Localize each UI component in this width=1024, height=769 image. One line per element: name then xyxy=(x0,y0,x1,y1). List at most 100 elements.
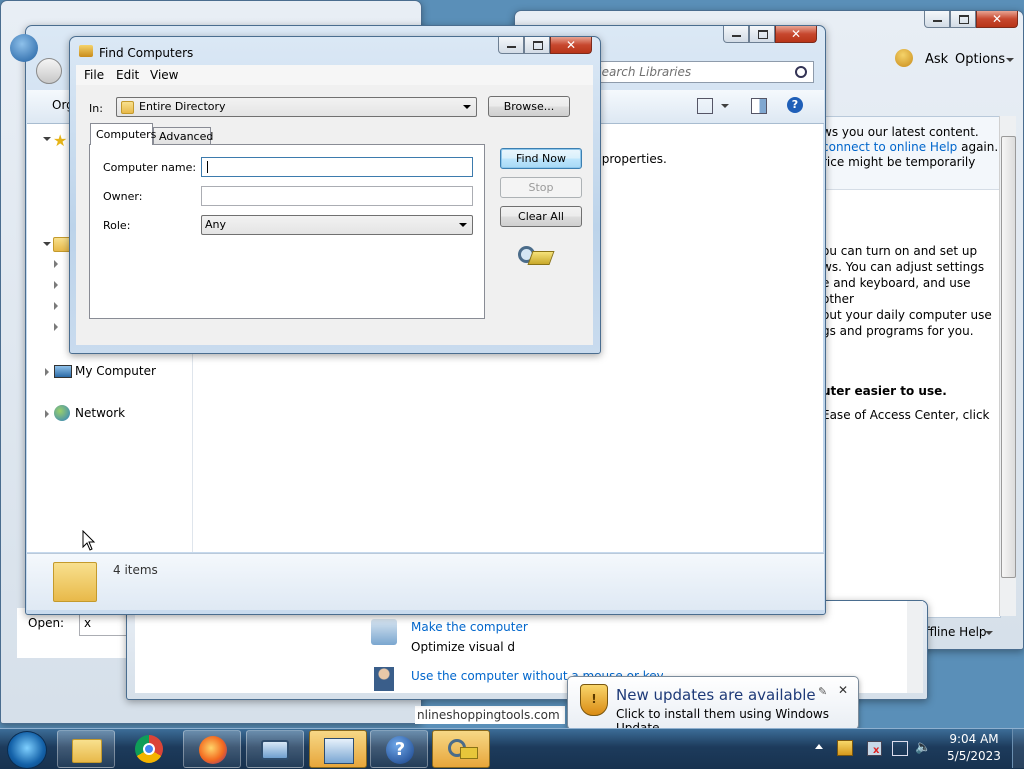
find-computers-dialog: Find Computers ✕ File Edit View In: Enti… xyxy=(69,36,601,354)
menu-view[interactable]: View xyxy=(150,68,178,82)
menu-file[interactable]: File xyxy=(84,68,104,82)
firefox-icon xyxy=(199,736,227,764)
help-icon[interactable]: ? xyxy=(787,97,803,113)
nav-item-network[interactable]: Network xyxy=(43,405,183,423)
find-now-button[interactable]: Find Now xyxy=(500,148,582,169)
options-chevron-down-icon xyxy=(1006,58,1014,62)
libraries-folder-icon xyxy=(53,562,97,602)
offline-chevron-down-icon xyxy=(985,631,993,635)
dialog-maximize-button[interactable] xyxy=(524,37,550,54)
dialog-body: In: Entire Directory Browse... Computers… xyxy=(76,85,593,345)
explorer-search-input[interactable]: Search Libraries xyxy=(591,61,814,83)
browse-button[interactable]: Browse... xyxy=(488,96,570,117)
user-icon xyxy=(374,667,394,691)
help-minimize-button[interactable] xyxy=(924,11,950,28)
text-caret xyxy=(207,161,208,173)
clock-time: 9:04 AM xyxy=(949,732,999,746)
taskbar-help-and-support[interactable]: ? xyxy=(370,730,428,768)
back-button[interactable] xyxy=(10,34,38,62)
tab-advanced[interactable]: Advanced xyxy=(153,127,213,145)
view-options-icon[interactable] xyxy=(697,98,713,114)
in-scope-chevron-down-icon xyxy=(463,105,471,109)
shield-icon: ! xyxy=(580,684,608,716)
run-open-value: x xyxy=(84,616,92,630)
nav-item-my-computer[interactable]: My Computer xyxy=(43,363,183,381)
computer-name-label: Computer name: xyxy=(103,161,197,174)
ask-icon xyxy=(895,49,913,67)
help-scrollbar[interactable] xyxy=(999,116,1016,616)
update-notification[interactable]: ! New updates are available Click to ins… xyxy=(567,676,859,735)
taskbar-clock[interactable]: 9:04 AM 5/5/2023 xyxy=(946,732,1002,763)
folder-icon xyxy=(72,739,102,763)
taskbar-windows-explorer[interactable] xyxy=(57,730,115,768)
show-desktop-button[interactable] xyxy=(1012,729,1024,768)
taskbar-firefox[interactable] xyxy=(183,730,241,768)
menu-edit[interactable]: Edit xyxy=(116,68,139,82)
mouse-cursor-icon xyxy=(82,530,96,551)
help-options-button[interactable]: Options xyxy=(955,52,1005,67)
dialog-minimize-button[interactable] xyxy=(498,37,524,54)
view-chevron-down-icon xyxy=(721,104,729,108)
find-computers-title-icon xyxy=(79,45,93,57)
ease-scrollbar[interactable] xyxy=(907,601,923,693)
explorer-minimize-button[interactable] xyxy=(723,26,749,43)
search-icon xyxy=(795,66,807,78)
tab-computers[interactable]: Computers xyxy=(90,123,156,145)
in-scope-dropdown[interactable]: Entire Directory xyxy=(116,97,477,117)
taskbar-control-panel[interactable] xyxy=(309,730,367,768)
computer-icon xyxy=(54,365,72,378)
chrome-icon xyxy=(135,735,163,763)
help-close-button[interactable]: ✕ xyxy=(976,11,1018,28)
connect-online-help-link[interactable]: connect to online Help xyxy=(822,140,957,154)
dialog-menubar: File Edit View xyxy=(76,65,593,85)
help-maximize-button[interactable] xyxy=(950,11,976,28)
network-icon xyxy=(54,405,70,421)
owner-label: Owner: xyxy=(103,190,143,203)
clock-date: 5/5/2023 xyxy=(947,749,1001,763)
run-open-row: Open: x xyxy=(17,608,137,658)
role-chevron-down-icon xyxy=(459,223,467,227)
dialog-title: Find Computers xyxy=(99,46,194,60)
in-label: In: xyxy=(89,102,103,115)
make-computer-link[interactable]: Make the computer xyxy=(411,620,528,634)
status-item-count: 4 items xyxy=(113,563,158,577)
show-hidden-icons-arrow[interactable] xyxy=(815,744,823,749)
desktop: { "background_windows": { "run_dialog": … xyxy=(0,0,1024,769)
role-label: Role: xyxy=(103,219,131,232)
role-dropdown[interactable]: Any xyxy=(201,215,473,235)
pin-icon[interactable]: ✎ xyxy=(818,685,827,698)
search-animation-icon xyxy=(516,242,555,270)
explorer-close-button[interactable]: ✕ xyxy=(775,26,817,43)
forward-button[interactable] xyxy=(36,58,62,84)
help-paragraph: ou can turn on and set up ws. You can ad… xyxy=(822,244,992,338)
monitor-icon xyxy=(261,740,289,760)
magnifier-icon xyxy=(371,619,397,645)
notification-close-icon[interactable]: ✕ xyxy=(838,683,848,697)
network-icon[interactable] xyxy=(892,741,908,756)
stop-button[interactable]: Stop xyxy=(500,177,582,198)
taskbar-google-chrome[interactable] xyxy=(120,730,178,768)
action-center-icon[interactable] xyxy=(837,740,853,756)
computer-name-input[interactable] xyxy=(201,157,473,177)
explorer-maximize-button[interactable] xyxy=(749,26,775,43)
preview-pane-icon[interactable] xyxy=(751,98,767,114)
tab-panel-computers: Computer name: Owner: Role: Any xyxy=(89,144,485,319)
owner-input[interactable] xyxy=(201,186,473,206)
favorites-star-icon: ★ xyxy=(53,131,68,150)
run-url-text: nlineshoppingtools.com xyxy=(415,706,565,724)
help-scrollbar-thumb[interactable] xyxy=(1001,136,1016,578)
help-question-icon: ? xyxy=(386,736,414,764)
explorer-details-pane: 4 items xyxy=(27,553,824,610)
run-open-label: Open: xyxy=(28,616,65,630)
volume-icon[interactable]: 🔈 xyxy=(915,740,931,755)
taskbar-find-computers[interactable] xyxy=(432,730,490,768)
clear-all-button[interactable]: Clear All xyxy=(500,206,582,227)
network-error-icon[interactable]: x xyxy=(867,741,882,756)
directory-folder-icon xyxy=(121,101,134,114)
taskbar-remote-desktop[interactable] xyxy=(246,730,304,768)
help-ask-button[interactable]: Ask xyxy=(925,52,948,67)
dialog-close-button[interactable]: ✕ xyxy=(550,37,592,54)
notification-title: New updates are available xyxy=(616,686,816,704)
control-panel-icon xyxy=(324,738,354,764)
start-button[interactable] xyxy=(7,731,47,769)
